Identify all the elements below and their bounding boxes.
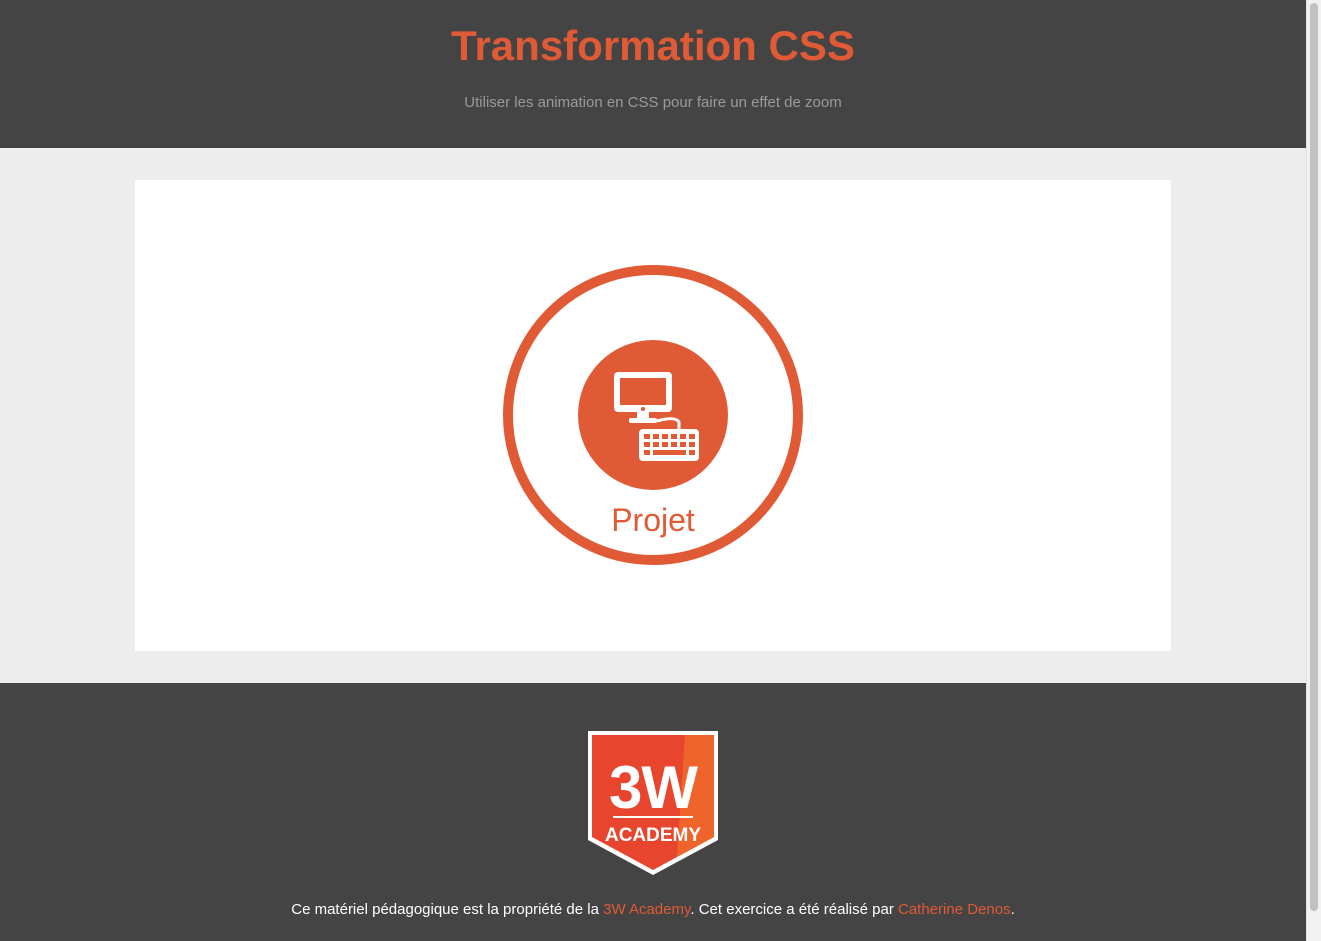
page: Transformation CSS Utiliser les animatio… (0, 0, 1306, 941)
3w-academy-logo[interactable]: 3W ACADEMY (587, 730, 719, 876)
computer-keyboard-icon (614, 372, 699, 461)
author-link[interactable]: Catherine Denos (898, 901, 1011, 918)
project-zoom-circle[interactable]: Projet (503, 265, 803, 565)
page-header: Transformation CSS Utiliser les animatio… (0, 0, 1306, 148)
credits-prefix: Ce matériel pédagogique est la propriété… (291, 901, 604, 918)
scrollbar-thumb[interactable] (1310, 3, 1318, 911)
credits-text: Ce matériel pédagogique est la propriété… (0, 900, 1306, 920)
academy-link[interactable]: 3W Academy (603, 901, 690, 918)
vertical-scrollbar[interactable] (1306, 0, 1321, 941)
project-icon-disc (578, 340, 728, 490)
page-subtitle: Utiliser les animation en CSS pour faire… (464, 94, 842, 111)
project-label: Projet (611, 502, 695, 538)
page-footer: 3W ACADEMY Ce matériel pédagogique est l… (0, 683, 1306, 941)
page-title: Transformation CSS (451, 22, 855, 69)
credits-suffix: . (1010, 901, 1015, 918)
credits-middle: . Cet exercice a été réalisé par (690, 901, 898, 918)
logo-text-academy: ACADEMY (605, 825, 701, 846)
content-card: Projet (135, 180, 1171, 651)
logo-text-3w: 3W (609, 754, 698, 821)
